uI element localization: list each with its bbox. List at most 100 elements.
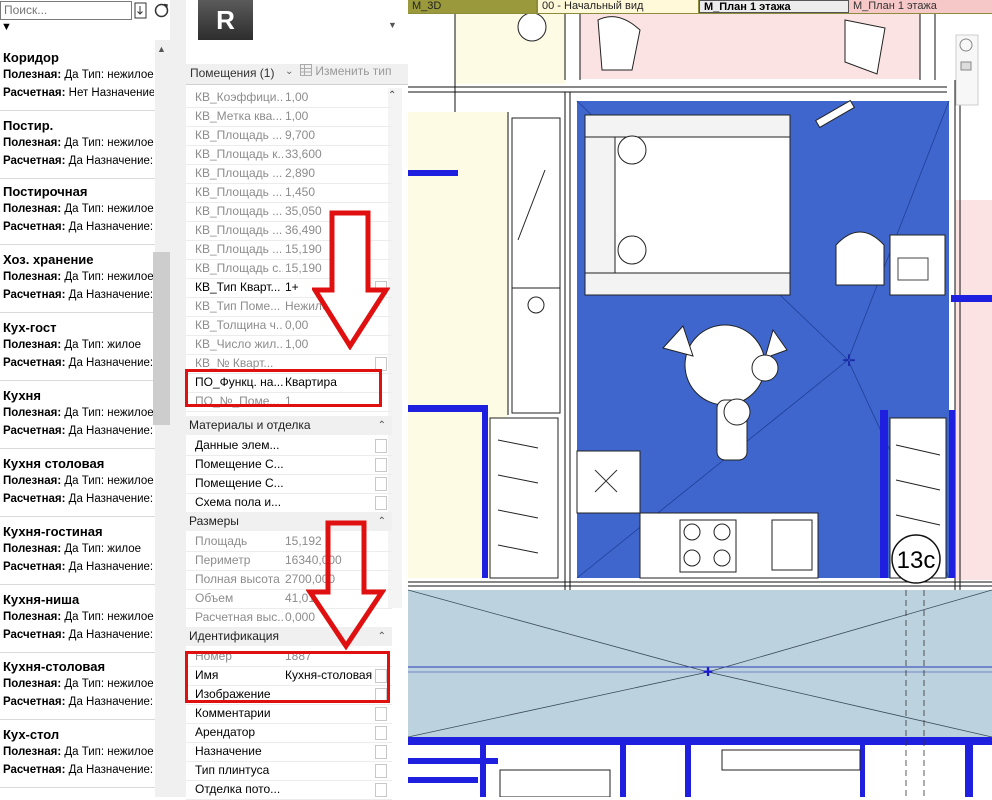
property-value[interactable]: 1,00 [285, 88, 381, 107]
checkbox[interactable] [375, 496, 387, 510]
scroll-up-icon[interactable]: ▲ [157, 44, 166, 54]
checkbox[interactable] [375, 783, 387, 797]
property-row[interactable]: Помещение С... [186, 474, 392, 494]
collapse-chevron-icon[interactable]: ⌃ [375, 416, 386, 435]
property-name: Помещение С... [195, 457, 283, 471]
property-name: КВ_Метка ква... [195, 109, 283, 123]
list-scrollbar-thumb[interactable] [153, 252, 170, 425]
property-row[interactable]: Арендатор [186, 723, 392, 743]
floor-plan-canvas[interactable]: ✚ ✛ 13с [408, 14, 992, 797]
category-label: Материалы и отделка [189, 418, 311, 432]
refresh-icon[interactable] [152, 1, 170, 19]
property-value[interactable]: 1,450 [285, 183, 381, 202]
property-name: КВ_Толщина ч... [195, 318, 283, 332]
property-name: Отделка пото... [195, 782, 281, 796]
edit-type-button[interactable]: Изменить тип [300, 64, 392, 83]
property-row[interactable]: Помещение С... [186, 455, 392, 475]
property-row[interactable]: Схема пола и... [186, 493, 392, 513]
room-list-item[interactable]: Кухня-ниша Полезная: Да Тип: нежилое Расче… [0, 592, 155, 653]
checkbox[interactable] [375, 477, 387, 491]
selection-filter[interactable]: Помещения (1) [190, 66, 274, 80]
highlight-box-function [185, 369, 382, 407]
room-list-item[interactable]: Кухня столовая Полезная: Да Тип: нежилое Р… [0, 456, 155, 517]
view-tabs-bar: M_3D 00 - Начальный вид M_План 1 этажа M… [408, 0, 992, 14]
tab-label: M_План 1 этажа [704, 1, 791, 13]
checkbox[interactable] [375, 707, 387, 721]
property-row[interactable]: Назначение [186, 742, 392, 762]
property-row[interactable]: Отделка пото... [186, 780, 392, 800]
room-list-item[interactable]: Кухня Полезная: Да Тип: нежилое Расчетная:… [0, 388, 155, 449]
list-divider [0, 652, 155, 653]
property-name: КВ_Площадь ... [195, 204, 283, 218]
property-name: КВ_Площадь ... [195, 166, 283, 180]
room-list-item-line1: Полезная: Да Тип: нежилое [3, 407, 154, 419]
checkbox[interactable] [375, 458, 387, 472]
collapse-toggle[interactable]: ▼ [1, 21, 12, 33]
svg-text:✛: ✛ [842, 353, 855, 370]
room-list-item[interactable]: Постирочная Полезная: Да Тип: нежилое Расч… [0, 184, 155, 245]
list-divider [0, 787, 155, 788]
room-list-item-line1: Полезная: Да Тип: нежилое [3, 678, 154, 690]
checkbox[interactable] [375, 745, 387, 759]
selection-chevron-icon[interactable]: ⌄ [285, 66, 293, 77]
property-row[interactable]: КВ_Площадь ... 2,890 [186, 164, 392, 184]
tab-floor-plan-active[interactable]: M_План 1 этажа [699, 0, 849, 13]
room-list-item-title: Кухня столовая [3, 456, 105, 471]
property-value[interactable]: 1,00 [285, 107, 381, 126]
room-fill-yellow [455, 14, 565, 84]
property-value[interactable]: 2,890 [285, 164, 381, 183]
room-list-item-line1: Полезная: Да Тип: нежилое [3, 203, 154, 215]
checkbox[interactable] [375, 439, 387, 453]
room-list-item-line1: Полезная: Да Тип: нежилое [3, 475, 154, 487]
checkbox[interactable] [375, 726, 387, 740]
property-name: Назначение [195, 744, 262, 758]
room-list-item[interactable]: Кух-гост Полезная: Да Тип: жилое Расчетная… [0, 320, 155, 381]
property-row[interactable]: КВ_Коэффици... 1,00 [186, 88, 392, 108]
tab-3d[interactable]: M_3D [408, 0, 536, 13]
list-divider [0, 516, 155, 517]
property-name: Полная высота [195, 572, 280, 586]
room-list-item-title: Кухня-столовая [3, 659, 106, 674]
property-value[interactable]: 9,700 [285, 126, 381, 145]
property-name: КВ_Площадь к... [195, 147, 283, 161]
room-list-item-line1: Полезная: Да Тип: жилое [3, 543, 142, 555]
red-arrow-icon [312, 210, 390, 350]
room-list-item-title: Кух-стол [3, 727, 60, 742]
search-input[interactable] [1, 2, 131, 17]
grid-icon [300, 64, 312, 76]
type-selector-chevron-icon[interactable]: ▼ [388, 20, 397, 30]
room-list-item[interactable]: Кухня-столовая Полезная: Да Тип: нежилое Р… [0, 659, 155, 720]
room-list-item[interactable]: Коридор Полезная: Да Тип: нежилое Расчетна… [0, 50, 155, 111]
room-list-item-line1: Полезная: Да Тип: жилое [3, 339, 142, 351]
property-row[interactable]: КВ_Площадь ... 9,700 [186, 126, 392, 146]
tab-floor-plan-2[interactable]: M_План 1 этажа [849, 0, 992, 13]
room-list-item-line1: Полезная: Да Тип: нежилое [3, 137, 154, 149]
property-row[interactable]: Тип плинтуса [186, 761, 392, 781]
tab-start-view[interactable]: 00 - Начальный вид [538, 0, 698, 13]
property-name: Тип плинтуса [195, 763, 270, 777]
property-name: Данные элем... [195, 438, 280, 452]
property-row[interactable]: Комментарии [186, 704, 392, 724]
property-row[interactable]: КВ_Метка ква... 1,00 [186, 107, 392, 127]
checkbox[interactable] [375, 764, 387, 778]
list-divider [0, 244, 155, 245]
property-row[interactable]: КВ_Площадь к... 33,600 [186, 145, 392, 165]
property-row[interactable]: Данные элем... [186, 436, 392, 456]
room-list-item[interactable]: Кух-стол Полезная: Да Тип: нежилое Расчетн… [0, 727, 155, 788]
property-value[interactable]: 33,600 [285, 145, 381, 164]
list-divider [0, 312, 155, 313]
search-box[interactable] [0, 1, 132, 20]
room-list-item[interactable]: Кухня-гостиная Полезная: Да Тип: жилое Рас… [0, 524, 155, 585]
room-list-item-title: Постирочная [3, 184, 88, 199]
property-row[interactable]: КВ_Площадь ... 1,450 [186, 183, 392, 203]
room-list-item-line2: Расчетная: Да Назначение: [3, 221, 154, 233]
sort-icon[interactable] [133, 1, 151, 19]
room-tag-text: 13с [897, 547, 936, 574]
room-list-item-line2: Расчетная: Да Назначение: [3, 764, 154, 776]
property-category[interactable]: Материалы и отделка ⌃ [186, 416, 392, 435]
property-name: КВ_Площадь ... [195, 128, 283, 142]
room-list-item-title: Кухня-ниша [3, 592, 80, 607]
property-name: КВ_Тип Поме... [195, 299, 281, 313]
room-list-item[interactable]: Хоз. хранение Полезная: Да Тип: нежилое Ра… [0, 252, 155, 313]
room-list-item[interactable]: Постир. Полезная: Да Тип: нежилое Расчетна… [0, 118, 155, 179]
